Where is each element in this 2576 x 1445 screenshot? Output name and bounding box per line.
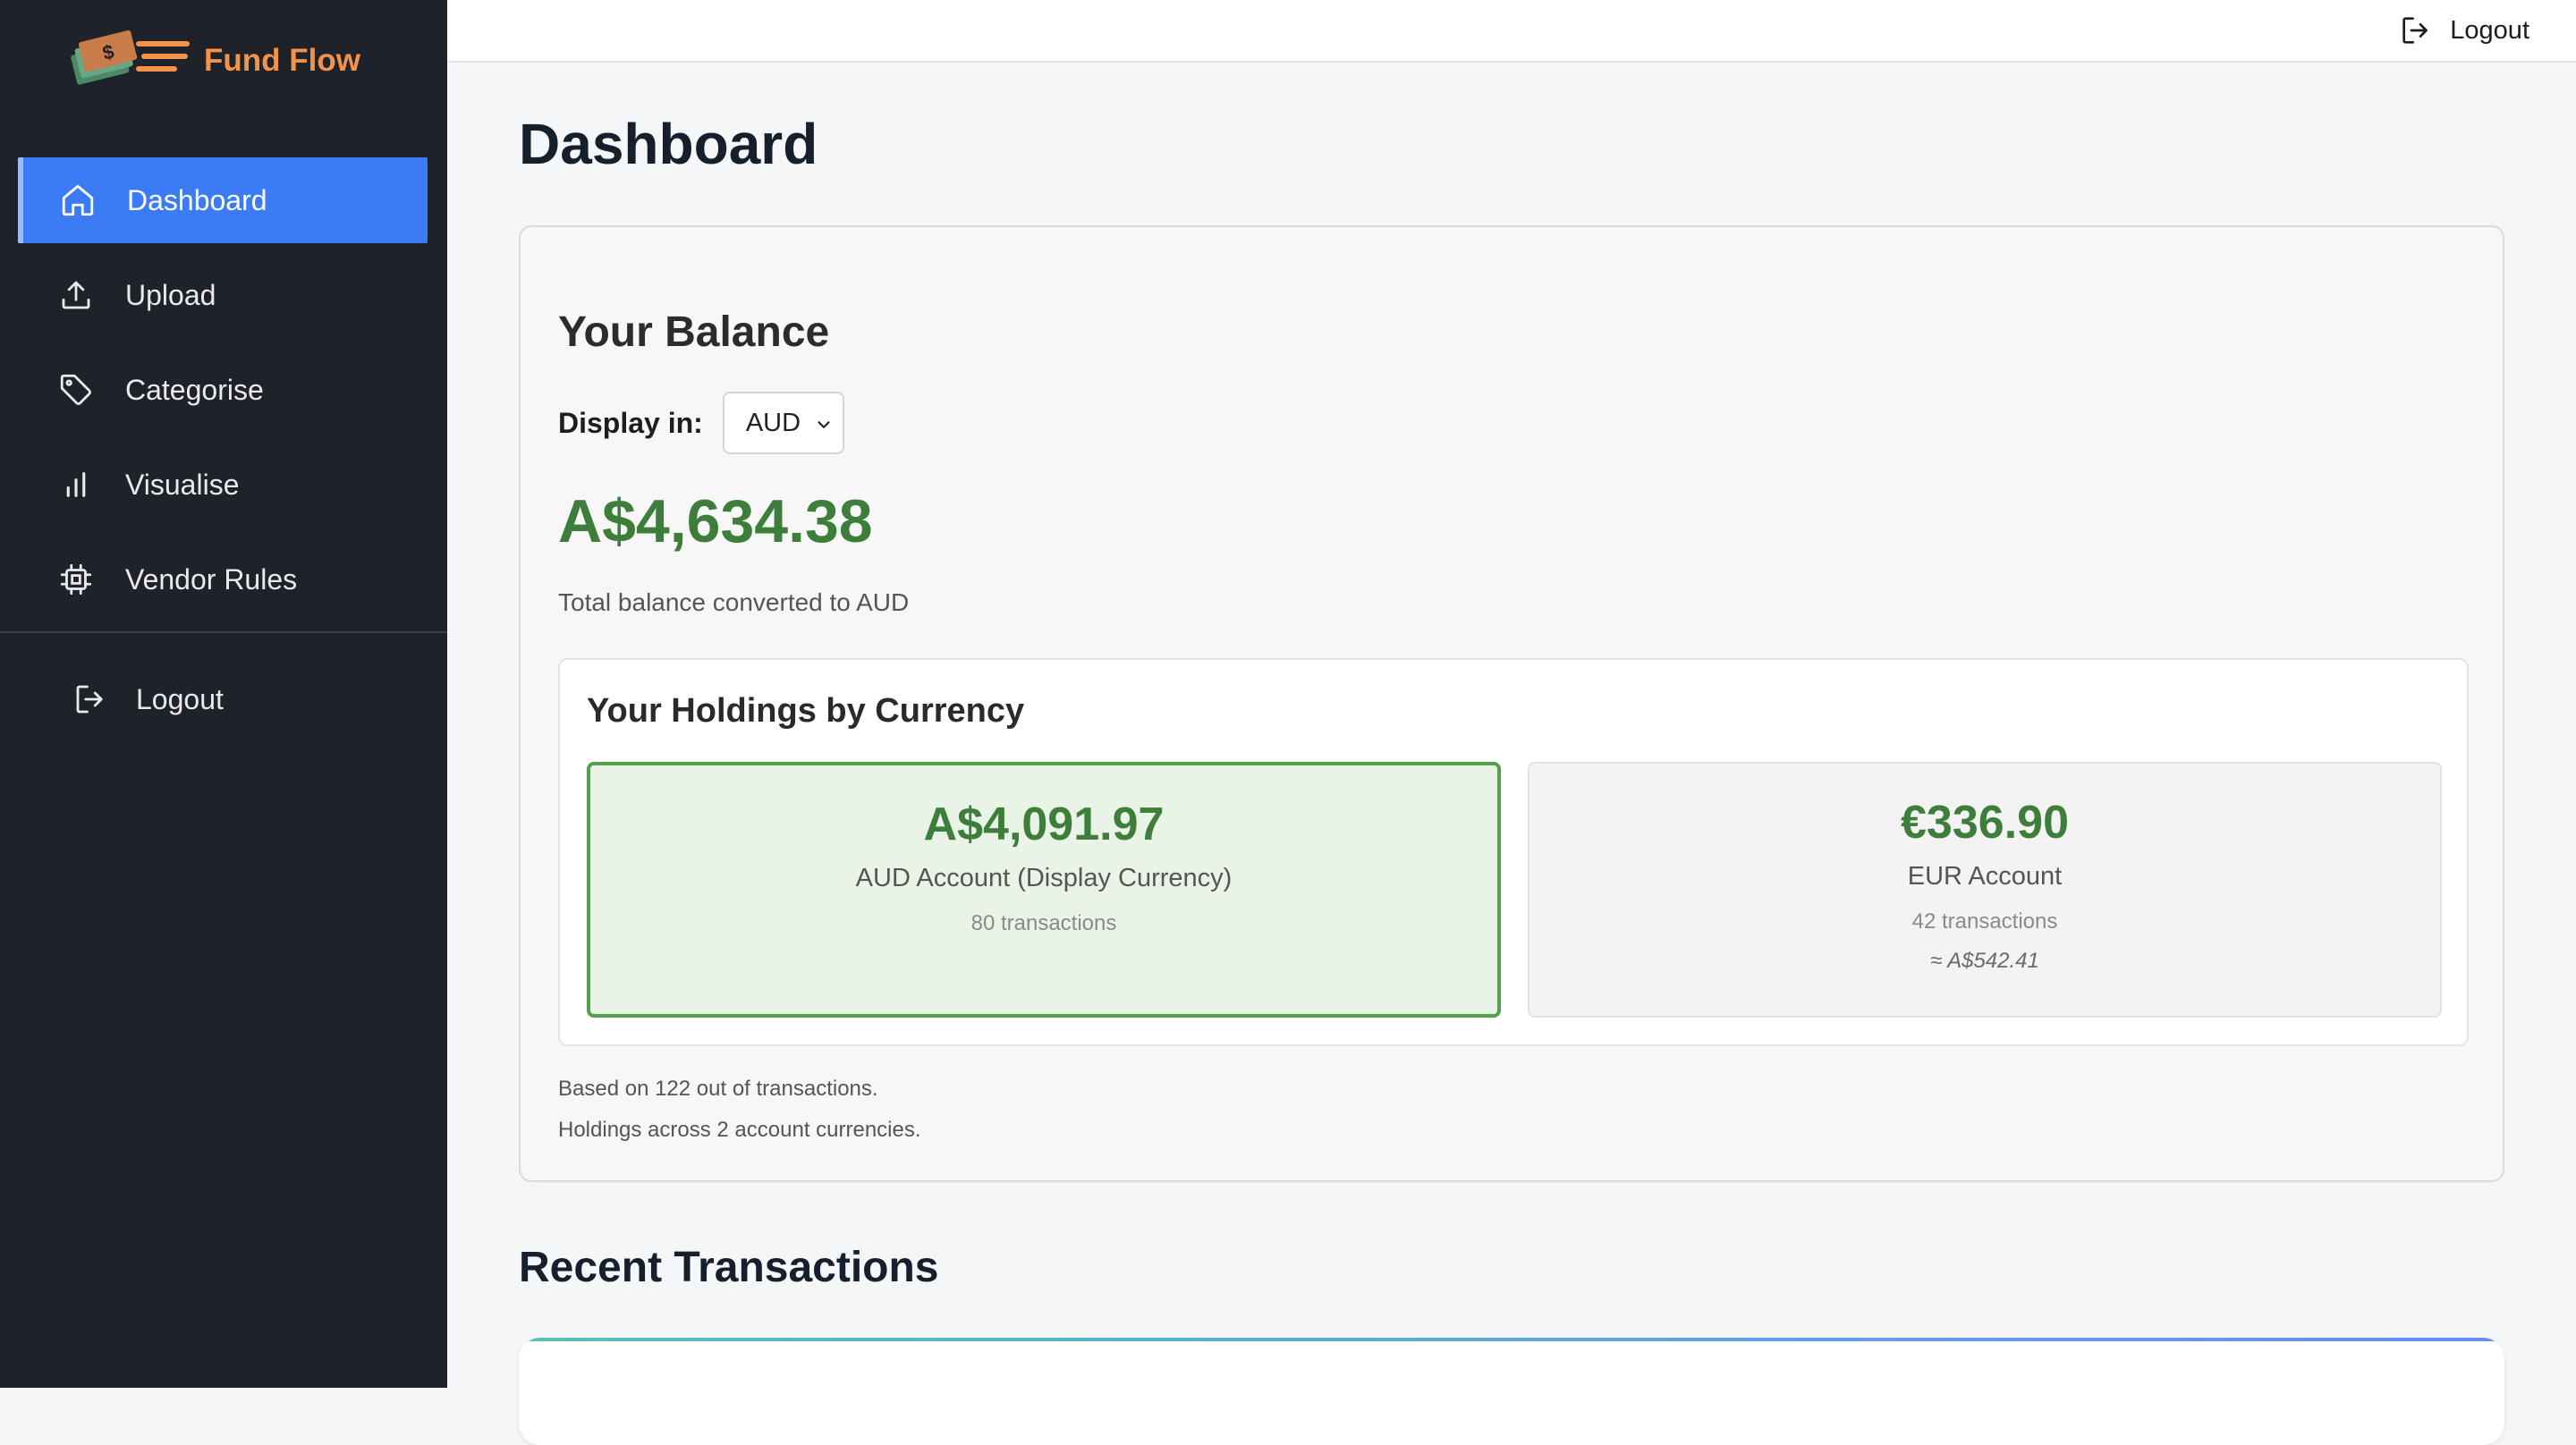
balance-card: Your Balance Display in: AUD A$4,634.38 … [519,225,2504,1182]
holding-transaction-count: 42 transactions [1911,909,2058,934]
balance-footnote-transactions: Based on 122 out of transactions. [558,1077,878,1101]
display-currency-row: Display in: AUD [558,392,844,454]
holding-amount: A$4,091.97 [923,799,1165,850]
holdings-title: Your Holdings by Currency [587,692,1025,730]
balance-title: Your Balance [558,308,830,356]
app-logo[interactable]: $ Fund Flow [66,29,360,93]
sidebar-item-label: Upload [125,278,216,311]
holdings-panel: Your Holdings by Currency A$4,091.97 AUD… [558,658,2469,1046]
sidebar-divider [0,631,447,633]
balance-footnote-currencies: Holdings across 2 account currencies. [558,1118,921,1142]
holding-card-aud[interactable]: A$4,091.97 AUD Account (Display Currency… [587,762,1501,1018]
money-logo-icon: $ [71,30,190,85]
sidebar-item-label: Dashboard [127,183,267,216]
holding-card-eur[interactable]: €336.90 EUR Account 42 transactions ≈ A$… [1528,762,2442,1018]
sidebar-item-categorise[interactable]: Categorise [18,347,428,433]
sidebar-item-vendor-rules[interactable]: Vendor Rules [18,537,428,622]
holding-amount: €336.90 [1901,797,2069,849]
logout-icon [2402,17,2428,44]
tag-icon [60,374,91,405]
top-logout-label: Logout [2450,15,2529,45]
holding-converted-amount: ≈ A$542.41 [1930,949,2039,973]
recent-card-accent [519,1338,2504,1341]
sidebar-nav: Dashboard Upload Categorise Visualise Ve… [18,157,428,631]
holding-label: AUD Account (Display Currency) [855,864,1233,892]
sidebar-item-label: Categorise [125,373,264,406]
sidebar-logout-button[interactable]: Logout [72,676,224,722]
recent-transactions-card [519,1338,2504,1445]
recent-transactions-title: Recent Transactions [519,1244,939,1291]
app-name: Fund Flow [204,43,360,78]
currency-select[interactable]: AUD [722,392,844,454]
top-bar: Logout [447,0,2576,63]
display-currency-label: Display in: [558,406,703,439]
logout-icon [76,685,103,714]
sidebar-logout-label: Logout [136,682,224,715]
upload-icon [62,281,90,309]
chevron-down-icon [818,421,830,428]
sidebar: $ Fund Flow Dashboard Upload Categorise … [0,0,447,1388]
home-icon [62,184,94,216]
bar-chart-icon [66,472,86,497]
sidebar-item-dashboard[interactable]: Dashboard [18,157,428,243]
sidebar-item-visualise[interactable]: Visualise [18,442,428,528]
chip-icon [60,563,92,596]
top-logout-button[interactable]: Logout [2398,11,2529,50]
total-balance-note: Total balance converted to AUD [558,588,910,616]
total-balance: A$4,634.38 [558,487,873,555]
sidebar-item-label: Visualise [125,468,240,501]
holding-transaction-count: 80 transactions [970,911,1117,935]
sidebar-item-upload[interactable]: Upload [18,252,428,338]
currency-select-value: AUD [745,408,801,437]
holding-label: EUR Account [1907,862,2063,891]
sidebar-item-label: Vendor Rules [125,562,298,596]
page-title: Dashboard [519,112,818,176]
